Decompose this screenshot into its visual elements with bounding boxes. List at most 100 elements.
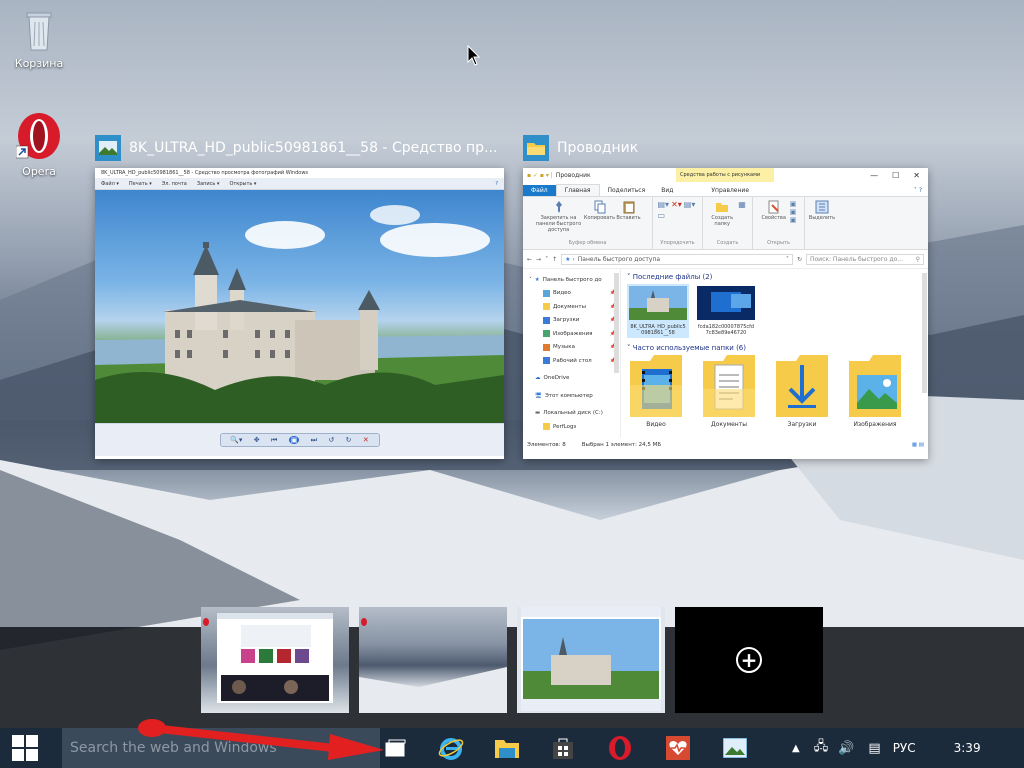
action-center-icon[interactable]: ▤ [868,741,880,756]
rename-icon[interactable]: ▭ [658,211,666,220]
explorer-title-text: Проводник [557,140,639,156]
show-hidden-icons-icon[interactable]: ▲ [792,743,800,754]
explorer-body: ˅ ★ Панель быстрого до Видео 📌 Документы… [523,268,928,438]
virtual-desktop-3-thumbnail[interactable] [517,607,665,713]
opera-label: Opera [22,165,56,178]
menu-print[interactable]: Печать ▾ [129,181,152,187]
refresh-icon[interactable]: ↻ [797,256,802,263]
nav-item-pictures[interactable]: Изображения 📌 [523,327,620,341]
taskbar-store[interactable] [539,728,587,768]
folder-videos[interactable]: Видео [627,355,685,428]
computer-icon: 🖥 [535,392,542,399]
tab-home[interactable]: Главная [555,184,600,196]
volume-icon[interactable]: 🔊 [838,741,854,756]
clock[interactable]: 3:39 [954,741,981,755]
properties-button[interactable]: Свойства [761,200,787,221]
back-icon[interactable]: ← [527,256,532,263]
actual-size-icon[interactable]: ✥ [254,436,260,444]
help-icon[interactable]: ? [495,181,498,187]
expand-icon[interactable]: ˅ [529,277,532,283]
slideshow-icon[interactable]: ▣ [288,436,300,444]
tab-share[interactable]: Поделиться [600,185,654,196]
virtual-desktop-2-thumbnail[interactable] [359,607,507,713]
nav-item-this-pc[interactable]: 🖥 Этот компьютер [523,389,620,403]
taskbar-health-app[interactable] [654,728,702,768]
menu-burn[interactable]: Запись ▾ [197,181,220,187]
menu-open[interactable]: Открыть ▾ [229,181,256,187]
tab-view[interactable]: Вид [653,185,681,196]
move-to-icon[interactable]: ▤▾ [658,200,670,209]
photo-viewer-window-title[interactable]: 8K_ULTRA_HD_public50981861__58 - Средств… [95,134,505,162]
copy-button[interactable]: Копировать [584,200,615,221]
nav-item-local-disk[interactable]: ▬ Локальный диск (C:) [523,407,620,421]
nav-item-documents[interactable]: Документы 📌 [523,300,620,314]
recent-files-header[interactable]: ˅ Последние файлы (2) [627,273,922,281]
content-scrollbar[interactable] [922,273,927,393]
nav-item-onedrive[interactable]: ☁ OneDrive [523,372,620,386]
taskbar-file-explorer[interactable] [483,728,531,768]
view-toggle-icons[interactable]: ▦ ▤ [912,442,924,448]
open-icons[interactable]: ▣ ▣ ▣ [790,200,797,224]
desktop-2-preview [359,618,507,713]
recent-file-item[interactable]: fcda182c00007875cfd7c83e89e46720 [695,284,757,338]
menu-email[interactable]: Эл. почта [162,181,187,187]
tab-manage[interactable]: Управление [703,185,757,196]
next-icon[interactable]: ⏭ [311,436,317,445]
folder-icon [543,343,550,351]
pin-quick-access-button[interactable]: Закрепить на панели быстрого доступа [534,200,584,233]
zoom-icon[interactable]: 🔍▾ [230,436,242,444]
up-icon[interactable]: ↑ [552,256,557,263]
taskbar-photo-viewer[interactable] [711,728,759,768]
explorer-search-input[interactable]: Поиск: Панель быстрого до... ⚲ [806,253,924,265]
search-icon: ⚲ [915,255,920,263]
network-icon[interactable]: 🖧 [814,737,829,759]
rotate-right-icon[interactable]: ↻ [346,436,352,444]
delete-ribbon-icon[interactable]: ✕▾ [671,200,682,209]
folder-documents[interactable]: Документы [700,355,758,428]
opera-desktop-icon[interactable]: Opera [4,112,74,178]
frequent-folders-header[interactable]: ˅ Часто используемые папки (6) [627,344,922,352]
minimize-icon[interactable]: — [870,171,878,180]
close-icon[interactable]: ✕ [913,171,920,180]
nav-item-videos[interactable]: Видео 📌 [523,287,620,301]
start-button[interactable] [0,728,50,768]
virtual-desktop-1-thumbnail[interactable] [201,607,349,713]
recycle-bin-desktop-icon[interactable]: Корзина [4,8,74,70]
delete-icon[interactable]: ✕ [363,436,369,444]
new-desktop-button[interactable]: + [675,607,823,713]
onedrive-icon: ☁ [535,375,541,382]
new-item-icon[interactable]: ▦ [738,200,746,209]
nav-item-quick-access[interactable]: ˅ ★ Панель быстрого до [523,273,620,287]
taskbar-internet-explorer[interactable] [427,728,475,768]
folder-pictures[interactable]: Изображения [846,355,904,428]
recent-locations-icon[interactable]: ˅ [545,256,548,263]
nav-item-downloads[interactable]: Загрузки 📌 [523,314,620,328]
previous-icon[interactable]: ⏮ [271,436,277,445]
address-dropdown-icon[interactable]: ˅ [786,256,789,263]
menu-file[interactable]: Файл ▾ [101,181,119,187]
tab-file[interactable]: Файл [523,185,556,196]
ribbon-collapse-icon[interactable]: ˅ ? [914,187,922,196]
explorer-window-title[interactable]: Проводник [523,134,823,162]
forward-icon[interactable]: → [536,256,541,263]
copy-to-icon[interactable]: ▤▾ [684,200,696,209]
paste-button[interactable]: Вставить [616,200,642,221]
quick-access-toolbar-icons: ▪ ✓ ▪ ▾ | [527,171,553,179]
explorer-window-thumbnail[interactable]: ▪ ✓ ▪ ▾ | Проводник — ☐ ✕ Средства работ… [523,168,928,459]
nav-item-perflogs[interactable]: PerfLogs [523,420,620,434]
address-bar[interactable]: ★ › Панель быстрого доступа ˅ [561,253,793,265]
folder-icon [543,330,550,338]
language-indicator[interactable]: РУС [893,741,916,755]
nav-item-music[interactable]: Музыка 📌 [523,341,620,355]
select-button[interactable]: Выделить [809,200,835,221]
taskbar-opera[interactable] [596,728,644,768]
folder-downloads[interactable]: Загрузки [773,355,831,428]
nav-item-desktop[interactable]: Рабочий стол 📌 [523,354,620,368]
maximize-icon[interactable]: ☐ [892,171,899,180]
new-folder-button[interactable]: Создать папку [709,200,735,227]
recent-file-item[interactable]: 8K_ULTRA_HD_public50981861__58 [627,284,689,338]
rotate-left-icon[interactable]: ↺ [328,436,334,444]
nav-scrollbar[interactable] [614,273,619,373]
photo-viewer-window-thumbnail[interactable]: 8K_ULTRA_HD_public50981861__58 - Средств… [95,168,504,459]
ribbon-group-open: Свойства ▣ ▣ ▣ Открыть [753,197,805,249]
